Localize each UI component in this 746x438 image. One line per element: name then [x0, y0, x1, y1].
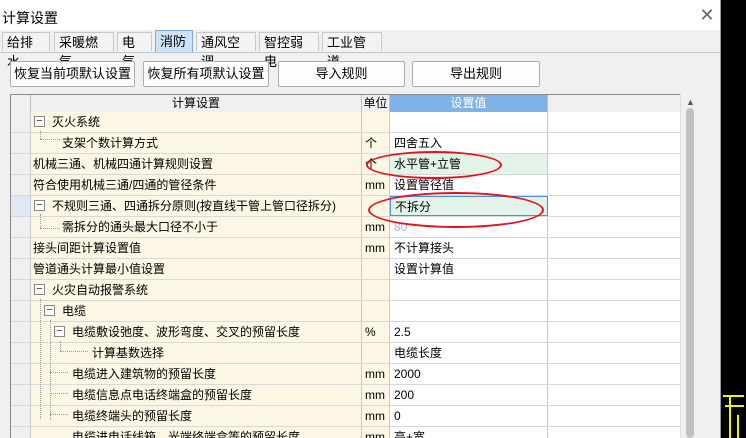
- row-unit: 个: [362, 133, 390, 153]
- title-bar: 计算设置 ✕: [0, 0, 720, 30]
- tab-low-voltage[interactable]: 智控弱电: [259, 32, 319, 69]
- tab-hvac[interactable]: 通风空调: [196, 32, 256, 69]
- row-name: 符合使用机械三通/四通的管径条件: [33, 178, 217, 192]
- table-row[interactable]: 符合使用机械三通/四通的管径条件 mm 设置管径值: [11, 175, 699, 196]
- collapse-icon[interactable]: −: [34, 284, 45, 295]
- row-name: 管道通头计算最小值设置: [33, 262, 166, 276]
- table-row[interactable]: 电缆信息点电话终端盒的预留长度 mm 200: [11, 385, 699, 406]
- collapse-icon[interactable]: −: [34, 116, 45, 127]
- row-name: 电缆终端头的预留长度: [72, 409, 193, 423]
- row-name: 火灾自动报警系统: [52, 283, 149, 297]
- row-name: 计算基数选择: [92, 346, 165, 360]
- row-name: 电缆敷设弛度、波形弯度、交叉的预留长度: [72, 325, 301, 339]
- row-unit: mm: [362, 406, 390, 426]
- table-row[interactable]: − 火灾自动报警系统: [11, 280, 699, 301]
- red-annotation-ellipse: [366, 151, 502, 179]
- row-name: 接头间距计算设置值: [33, 241, 142, 255]
- row-value[interactable]: 0: [390, 406, 548, 426]
- import-rules-button[interactable]: 导入规则: [278, 61, 405, 87]
- row-value[interactable]: 2.5: [390, 322, 548, 342]
- row-unit: mm: [362, 364, 390, 384]
- table-row[interactable]: 电缆进入建筑物的预留长度 mm 2000: [11, 364, 699, 385]
- row-unit: [362, 112, 390, 132]
- row-name: 电缆: [62, 304, 87, 318]
- table-row[interactable]: − 电缆: [11, 301, 699, 322]
- table-row[interactable]: 计算基数选择 电缆长度: [11, 343, 699, 364]
- header-name: 计算设置: [31, 95, 362, 112]
- restore-all-button[interactable]: 恢复所有项默认设置: [143, 61, 269, 87]
- row-unit: [362, 301, 390, 321]
- header-unit: 单位: [362, 95, 390, 112]
- row-value[interactable]: 高+宽: [390, 427, 548, 438]
- row-selected-indicator: [11, 196, 31, 216]
- row-name: 电缆信息点电话终端盒的预留长度: [72, 388, 253, 402]
- background-cad-canvas: [721, 0, 746, 438]
- row-unit: mm: [362, 427, 390, 438]
- table-row[interactable]: − 电缆敷设弛度、波形弯度、交叉的预留长度 % 2.5: [11, 322, 699, 343]
- row-name: 不规则三通、四通拆分原则(按直线干管上管口径拆分): [52, 199, 336, 213]
- header-value: 设置值: [390, 95, 548, 112]
- row-unit: [362, 343, 390, 363]
- tab-fire[interactable]: 消防: [155, 30, 193, 52]
- row-name: 支架个数计算方式: [62, 136, 159, 150]
- row-name: 电缆进电话线箱、光端终端盒等的预留长度: [72, 430, 301, 438]
- close-icon[interactable]: ✕: [698, 6, 716, 24]
- row-value[interactable]: [390, 280, 548, 300]
- table-row[interactable]: − 不规则三通、四通拆分原则(按直线干管上管口径拆分) 不拆分: [11, 196, 699, 217]
- table-row[interactable]: 电缆终端头的预留长度 mm 0: [11, 406, 699, 427]
- row-name: 机械三通、机械四通计算规则设置: [33, 157, 214, 171]
- window-title: 计算设置: [2, 10, 58, 26]
- table-row[interactable]: 接头间距计算设置值 mm 不计算接头: [11, 238, 699, 259]
- table-row[interactable]: − 灭火系统: [11, 112, 699, 133]
- row-name: 灭火系统: [52, 115, 101, 129]
- row-value[interactable]: 200: [390, 385, 548, 405]
- collapse-icon[interactable]: −: [44, 305, 55, 316]
- vertical-scrollbar[interactable]: ▲: [680, 94, 700, 438]
- row-value[interactable]: [390, 112, 548, 132]
- settings-grid: 计算设置 单位 设置值 − 灭火系统 支架个数计算方式 个 四舍五入 机械三通、…: [10, 94, 700, 438]
- export-rules-button[interactable]: 导出规则: [412, 61, 540, 87]
- grid-header: 计算设置 单位 设置值: [11, 95, 699, 113]
- row-unit: mm: [362, 385, 390, 405]
- row-value[interactable]: 2000: [390, 364, 548, 384]
- row-unit: [362, 259, 390, 279]
- row-value[interactable]: 电缆长度: [390, 343, 548, 363]
- red-annotation-ellipse: [368, 192, 544, 228]
- table-row[interactable]: 需拆分的通头最大口径不小于 mm 80: [11, 217, 699, 238]
- table-row[interactable]: 管道通头计算最小值设置 设置计算值: [11, 259, 699, 280]
- tab-heating-gas[interactable]: 采暖燃气: [54, 32, 114, 69]
- row-unit: %: [362, 322, 390, 342]
- row-value[interactable]: [390, 301, 548, 321]
- row-value[interactable]: 设置计算值: [390, 259, 548, 279]
- scroll-thumb[interactable]: [686, 108, 694, 438]
- row-name: 需拆分的通头最大口径不小于: [62, 220, 219, 234]
- table-row[interactable]: 机械三通、机械四通计算规则设置 个 水平管+立管: [11, 154, 699, 175]
- row-value[interactable]: 四舍五入: [390, 133, 548, 153]
- table-row[interactable]: 电缆进电话线箱、光端终端盒等的预留长度 mm 高+宽: [11, 427, 699, 438]
- restore-current-button[interactable]: 恢复当前项默认设置: [10, 61, 135, 87]
- header-indicator: [11, 95, 31, 112]
- tab-electrical[interactable]: 电气: [117, 32, 152, 69]
- row-unit: [362, 280, 390, 300]
- settings-dialog: 计算设置 ✕ 给排水 采暖燃气 电气 消防 通风空调 智控弱电 工业管道 恢复当…: [0, 0, 721, 438]
- row-value[interactable]: 不计算接头: [390, 238, 548, 258]
- category-tabs: 给排水 采暖燃气 电气 消防 通风空调 智控弱电 工业管道: [0, 30, 720, 69]
- table-row[interactable]: 支架个数计算方式 个 四舍五入: [11, 133, 699, 154]
- row-unit: mm: [362, 238, 390, 258]
- tab-water[interactable]: 给排水: [2, 32, 50, 69]
- row-unit: mm: [362, 175, 390, 195]
- tab-industrial-pipe[interactable]: 工业管道: [322, 32, 382, 69]
- row-name: 电缆进入建筑物的预留长度: [72, 367, 217, 381]
- collapse-icon[interactable]: −: [54, 326, 65, 337]
- collapse-icon[interactable]: −: [34, 200, 45, 211]
